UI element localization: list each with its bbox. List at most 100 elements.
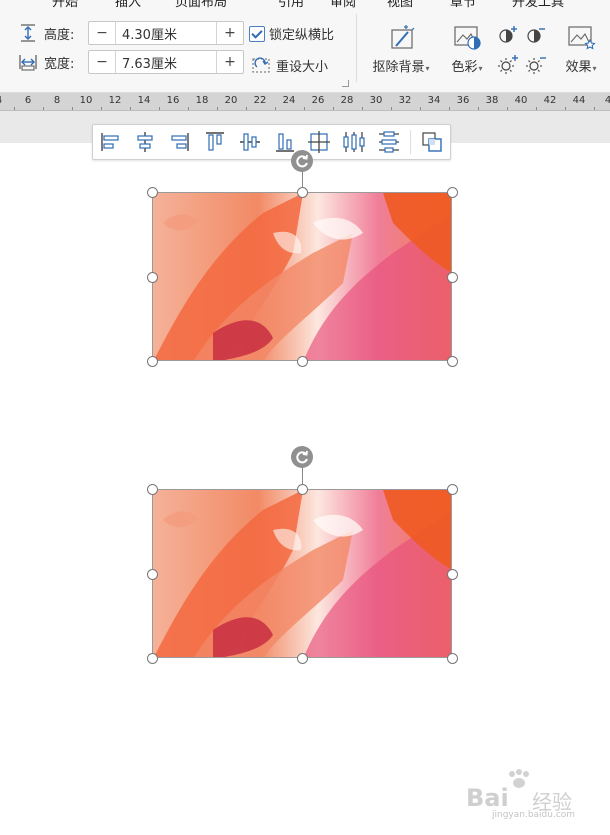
distribute-horizontal-icon[interactable] [342, 130, 366, 154]
tab-layout[interactable]: 页面布局 [175, 0, 227, 8]
picture-color-icon [454, 26, 481, 50]
ruler-tick [506, 107, 508, 110]
resize-handle-right[interactable] [447, 569, 458, 580]
height-icon [21, 24, 35, 42]
ruler-number: 30 [369, 95, 383, 106]
ruler-tick [274, 107, 276, 110]
ruler-number: 16 [166, 95, 180, 106]
align-top-icon[interactable] [203, 130, 227, 154]
resize-handle-top-left[interactable] [147, 484, 158, 495]
lock-ratio-checkbox-row[interactable]: 锁定纵横比 [249, 24, 334, 43]
resize-handle-right[interactable] [447, 272, 458, 283]
color-caret-icon: ▾ [478, 64, 483, 73]
tab-references[interactable]: 引用 [278, 0, 304, 8]
ruler-number: 42 [543, 95, 557, 106]
align-center-icon[interactable] [133, 130, 157, 154]
picture-2[interactable] [152, 489, 452, 658]
width-row: 宽度: − 7.63厘米 + [18, 50, 244, 74]
remove-background-caret-icon: ▾ [425, 64, 430, 73]
ruler-tick [332, 107, 334, 110]
group-icon[interactable] [420, 130, 444, 154]
floating-align-toolbar [92, 124, 451, 160]
rotate-handle-icon[interactable] [291, 150, 313, 172]
resize-handle-top[interactable] [297, 484, 308, 495]
size-dialog-launcher-icon[interactable] [342, 80, 349, 87]
decrease-contrast-icon[interactable] [525, 24, 547, 46]
resize-handle-bottom[interactable] [297, 653, 308, 664]
resize-handle-bottom[interactable] [297, 356, 308, 367]
tab-developer[interactable]: 开发工具 [512, 0, 564, 8]
reset-size-button[interactable]: 重设大小 [251, 55, 328, 75]
height-decrease-button[interactable]: − [89, 22, 116, 44]
lock-ratio-label: 锁定纵横比 [269, 28, 335, 43]
resize-handle-top-right[interactable] [447, 484, 458, 495]
ruler-number: 4 [0, 95, 2, 106]
height-input[interactable]: 4.30厘米 [116, 24, 216, 43]
paint-splash-image [153, 193, 451, 360]
decrease-brightness-icon[interactable] [525, 54, 547, 76]
ruler-number: 8 [53, 95, 61, 106]
tab-section[interactable]: 章节 [450, 0, 476, 8]
resize-handle-bottom-right[interactable] [447, 653, 458, 664]
effects-button[interactable]: 效果▾ [558, 22, 604, 75]
increase-brightness-icon[interactable] [497, 54, 519, 76]
ruler-tick [187, 107, 189, 110]
effects-caret-icon: ▾ [592, 64, 597, 73]
ruler-number: 36 [456, 95, 470, 106]
picture-effects-icon [568, 26, 596, 50]
ruler-number: 38 [485, 95, 499, 106]
tab-review[interactable]: 审阅 [330, 0, 356, 8]
resize-handle-left[interactable] [147, 272, 158, 283]
ruler-tick [593, 107, 595, 110]
tab-home[interactable]: 开始 [52, 0, 78, 8]
resize-handle-bottom-left[interactable] [147, 653, 158, 664]
increase-contrast-icon[interactable] [497, 24, 519, 46]
width-increase-button[interactable]: + [216, 51, 243, 73]
rotate-handle-icon[interactable] [291, 446, 313, 468]
menu-tabs: 开始 插入 页面布局 引用 审阅 视图 章节 开发工具 [0, 0, 610, 8]
height-increase-button[interactable]: + [216, 22, 243, 44]
ruler-number: 6 [24, 95, 32, 106]
ruler-tick [564, 107, 566, 110]
ruler-number: 22 [253, 95, 267, 106]
resize-handle-top-right[interactable] [447, 187, 458, 198]
reset-size-label: 重设大小 [276, 59, 329, 75]
resize-handle-bottom-left[interactable] [147, 356, 158, 367]
ruler-tick [303, 107, 305, 110]
align-middle-icon[interactable] [238, 130, 262, 154]
width-stepper[interactable]: − 7.63厘米 + [88, 50, 244, 74]
align-right-icon[interactable] [167, 130, 191, 154]
color-button[interactable]: 色彩▾ [445, 22, 489, 75]
resize-handle-top[interactable] [297, 187, 308, 198]
remove-background-button[interactable]: 抠除背景▾ [366, 22, 436, 75]
width-input[interactable]: 7.63厘米 [116, 53, 216, 72]
width-decrease-button[interactable]: − [89, 51, 116, 73]
ribbon: 开始 插入 页面布局 引用 审阅 视图 章节 开发工具 高度: − 4.30厘米… [0, 0, 610, 93]
ruler-number: 14 [137, 95, 151, 106]
ruler-tick [477, 107, 479, 110]
remove-background-label: 抠除背景 [372, 60, 425, 75]
resize-handle-top-left[interactable] [147, 187, 158, 198]
ruler-tick [42, 107, 44, 110]
color-label: 色彩 [451, 60, 478, 75]
height-stepper[interactable]: − 4.30厘米 + [88, 21, 244, 45]
ruler-number: 40 [514, 95, 528, 106]
horizontal-ruler[interactable]: 4681012141618202224262830323436384042444 [0, 93, 610, 111]
tab-insert[interactable]: 插入 [115, 0, 141, 8]
ruler-number: 24 [282, 95, 296, 106]
resize-handle-left[interactable] [147, 569, 158, 580]
distribute-vertical-icon[interactable] [377, 130, 401, 154]
paint-splash-image [153, 490, 451, 657]
resize-handle-bottom-right[interactable] [447, 356, 458, 367]
align-left-icon[interactable] [99, 130, 123, 154]
ruler-tick [448, 107, 450, 110]
picture-1[interactable] [152, 192, 452, 361]
ruler-number: 26 [311, 95, 325, 106]
effects-label: 效果 [565, 60, 592, 75]
reset-size-icon [252, 57, 270, 73]
height-row: 高度: − 4.30厘米 + [18, 21, 244, 45]
tab-view[interactable]: 视图 [387, 0, 413, 8]
ruler-tick [100, 107, 102, 110]
lock-ratio-checkbox[interactable] [249, 25, 265, 42]
ruler-number: 12 [108, 95, 122, 106]
